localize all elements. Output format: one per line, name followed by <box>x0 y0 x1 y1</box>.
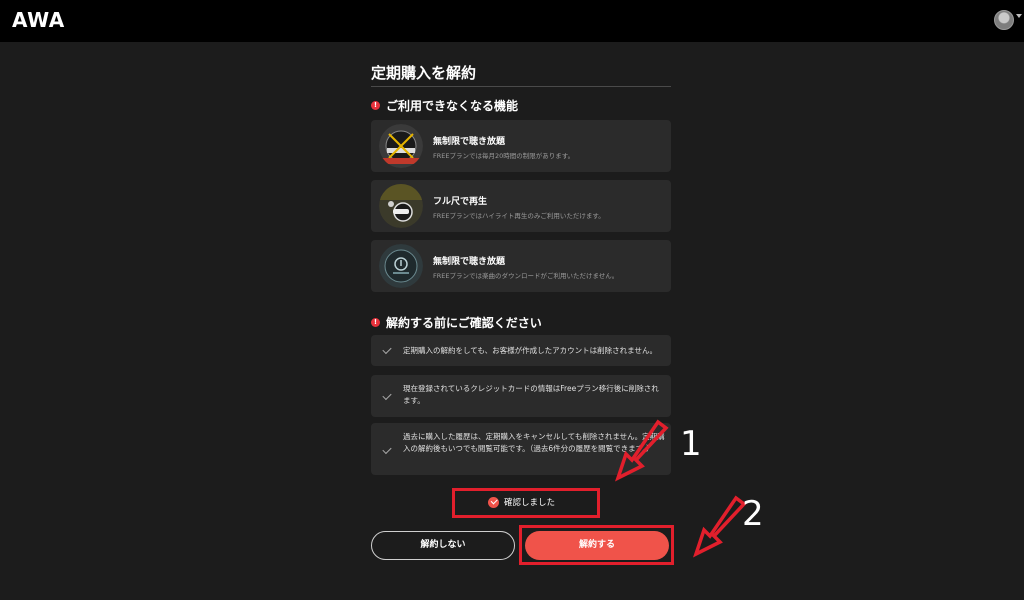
confirm-heading-label: 解約する前にご確認ください <box>386 316 542 330</box>
feature-card: 無制限で聴き放題 FREEプランでは楽曲のダウンロードがご利用いただけません。 <box>371 240 671 292</box>
confirmation-item: 現在登録されているクレジットカードの情報はFreeプラン移行後に削除されます。 <box>371 375 671 417</box>
features-heading-label: ご利用できなくなる機能 <box>386 99 519 113</box>
user-avatar-icon[interactable] <box>994 10 1014 30</box>
annotation-highlight-box <box>452 488 600 518</box>
confirmation-item: 定期購入の解約をしても、お客様が作成したアカウントは削除されません。 <box>371 335 671 366</box>
cancel-subscription-button[interactable]: 解約する <box>525 531 669 560</box>
confirmation-text: 定期購入の解約をしても、お客様が作成したアカウントは削除されません。 <box>403 346 657 355</box>
feature-description: FREEプランでは毎月20時間の制限があります。 <box>433 152 575 160</box>
title-divider <box>371 86 671 87</box>
full-length-play-thumbnail-icon <box>379 184 423 228</box>
annotation-step-number: 1 <box>680 424 702 464</box>
top-bar: AWA <box>0 0 1024 42</box>
awa-logo[interactable]: AWA <box>12 8 65 32</box>
features-section-heading: ! ご利用できなくなる機能 <box>371 97 518 114</box>
alert-icon: ! <box>371 101 380 110</box>
feature-title: フル尺で再生 <box>433 197 488 207</box>
keep-subscription-button[interactable]: 解約しない <box>371 531 515 560</box>
chevron-down-icon[interactable] <box>1016 14 1022 18</box>
check-icon <box>382 390 392 401</box>
check-icon <box>382 444 392 455</box>
app-window: AWA 定期購入を解約 ! ご利用できなくなる機能 無制限で聴き放題 FREEプ… <box>0 0 1024 600</box>
feature-description: FREEプランではハイライト再生のみご利用いただけます。 <box>433 212 605 220</box>
feature-description: FREEプランでは楽曲のダウンロードがご利用いただけません。 <box>433 272 619 280</box>
unlimited-listening-thumbnail-icon <box>379 124 423 168</box>
check-icon <box>382 344 392 355</box>
annotation-step-number: 2 <box>742 494 764 534</box>
download-thumbnail-icon <box>379 244 423 288</box>
feature-title: 無制限で聴き放題 <box>433 137 506 147</box>
page-title: 定期購入を解約 <box>371 64 477 82</box>
feature-card: フル尺で再生 FREEプランではハイライト再生のみご利用いただけます。 <box>371 180 671 232</box>
annotation-arrow-icon <box>693 495 747 558</box>
confirmation-text: 現在登録されているクレジットカードの情報はFreeプラン移行後に削除されます。 <box>403 384 659 405</box>
feature-card: 無制限で聴き放題 FREEプランでは毎月20時間の制限があります。 <box>371 120 671 172</box>
feature-title: 無制限で聴き放題 <box>433 257 506 267</box>
annotation-arrow-icon <box>615 419 669 482</box>
alert-icon: ! <box>371 318 380 327</box>
confirm-section-heading: ! 解約する前にご確認ください <box>371 314 542 331</box>
